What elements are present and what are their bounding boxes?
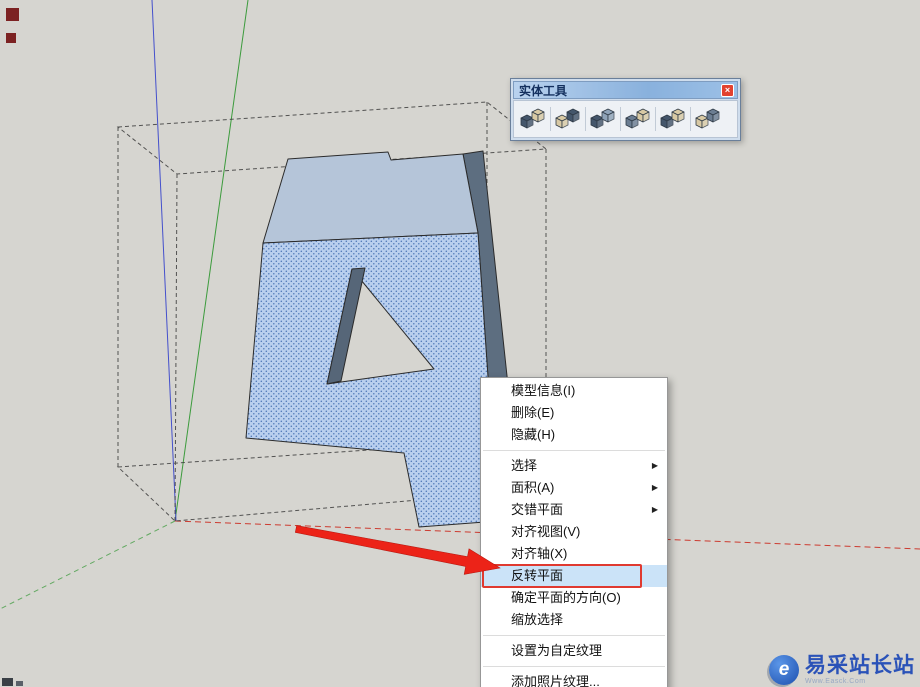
submenu-arrow-icon: ▶ (651, 505, 658, 514)
toolbar-title: 实体工具 (519, 83, 568, 98)
model-front-face-selected[interactable] (245, 232, 499, 528)
intersect-cubes-icon (555, 108, 581, 130)
sketchup-window: 实体工具 × 模型信息(I) 删除(E) 隐藏(H) 选择 ▶ 面积(A) ▶ … (0, 0, 920, 687)
watermark: e 易采站长站 Www.Easck.Com (769, 655, 915, 685)
menu-item-label: 对齐轴(X) (511, 546, 568, 561)
menu-item-align-view[interactable]: 对齐视图(V) (481, 521, 667, 543)
menu-item-label: 设置为自定纹理 (511, 643, 603, 658)
toolbar-separator (655, 107, 656, 131)
subtract-cubes-icon (625, 108, 651, 130)
menu-item-make-unique-texture[interactable]: 设置为自定纹理 (481, 640, 667, 662)
context-menu: 模型信息(I) 删除(E) 隐藏(H) 选择 ▶ 面积(A) ▶ 交错平面 ▶ … (480, 377, 668, 687)
menu-separator (483, 666, 665, 667)
menu-separator (483, 450, 665, 451)
toolbar-body (513, 100, 738, 138)
watermark-text: 易采站长站 Www.Easck.Com (805, 655, 915, 685)
menu-item-label: 删除(E) (511, 405, 555, 420)
menu-item-label: 选择 (511, 458, 538, 473)
menu-item-add-photo-texture[interactable]: 添加照片纹理... (481, 671, 667, 687)
toolbar-separator (585, 107, 586, 131)
menu-item-label: 交错平面 (511, 502, 564, 517)
menu-item-align-axes[interactable]: 对齐轴(X) (481, 543, 667, 565)
trim-cubes-icon (660, 108, 686, 130)
menu-item-label: 确定平面的方向(O) (511, 590, 621, 605)
union-cubes-icon (590, 108, 616, 130)
toolbar-separator (620, 107, 621, 131)
logo-letter: e (778, 659, 790, 680)
menu-item-select[interactable]: 选择 ▶ (481, 455, 667, 477)
split-cubes-icon (695, 108, 721, 130)
site-name: 易采站长站 (805, 654, 915, 677)
menu-item-label: 面积(A) (511, 480, 555, 495)
submenu-arrow-icon: ▶ (651, 461, 658, 470)
capture-artifact (6, 8, 19, 21)
menu-item-label: 对齐视图(V) (511, 524, 581, 539)
model-top-face[interactable] (262, 151, 479, 244)
menu-separator (483, 635, 665, 636)
toolbar-separator (690, 107, 691, 131)
outer-shell-cubes-icon (520, 108, 546, 130)
capture-artifact (16, 681, 23, 686)
menu-item-intersect-faces[interactable]: 交错平面 ▶ (481, 499, 667, 521)
site-url: Www.Easck.Com (805, 678, 866, 685)
menu-item-label: 隐藏(H) (511, 427, 556, 442)
tool-split-button[interactable] (693, 105, 723, 133)
submenu-arrow-icon: ▶ (651, 483, 658, 492)
menu-item-label: 模型信息(I) (511, 383, 576, 398)
viewport-3d[interactable] (0, 0, 920, 687)
tool-intersect-button[interactable] (553, 105, 583, 133)
toolbar-separator (550, 107, 551, 131)
menu-item-model-info[interactable]: 模型信息(I) (481, 380, 667, 402)
tool-trim-button[interactable] (658, 105, 688, 133)
menu-item-label: 反转平面 (511, 568, 564, 583)
toolbar-titlebar[interactable]: 实体工具 × (513, 81, 738, 99)
menu-item-zoom-selection[interactable]: 缩放选择 (481, 609, 667, 631)
capture-artifact (6, 33, 16, 43)
capture-artifact (2, 678, 13, 686)
tool-subtract-button[interactable] (623, 105, 653, 133)
menu-item-orient-faces[interactable]: 确定平面的方向(O) (481, 587, 667, 609)
menu-item-label: 添加照片纹理... (511, 674, 600, 687)
tool-union-button[interactable] (588, 105, 618, 133)
menu-item-reverse-faces[interactable]: 反转平面 (481, 564, 667, 588)
menu-item-erase[interactable]: 删除(E) (481, 402, 667, 424)
toolbar-close-button[interactable]: × (721, 83, 734, 97)
menu-item-area[interactable]: 面积(A) ▶ (481, 477, 667, 499)
tool-outer-shell-button[interactable] (518, 105, 548, 133)
menu-item-hide[interactable]: 隐藏(H) (481, 424, 667, 446)
solid-tools-toolbar: 实体工具 × (510, 78, 741, 141)
easck-logo-icon: e (769, 655, 799, 685)
menu-item-label: 缩放选择 (511, 612, 564, 627)
